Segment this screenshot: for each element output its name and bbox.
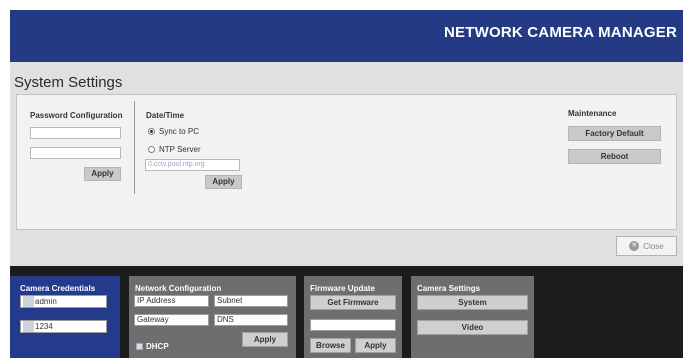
subnet-input[interactable]: Subnet xyxy=(214,295,288,307)
dialog-title: System Settings xyxy=(14,74,123,91)
close-icon: ✕ xyxy=(629,241,640,251)
system-button[interactable]: System xyxy=(417,295,528,310)
lock-icon xyxy=(23,321,34,332)
reboot-button[interactable]: Reboot xyxy=(568,149,661,164)
maintenance-section-title: Maintenance xyxy=(568,109,617,118)
sync-radio[interactable] xyxy=(148,128,155,135)
ntp-radio[interactable] xyxy=(148,146,155,153)
camera-settings-title: Camera Settings xyxy=(417,284,481,293)
datetime-apply-button[interactable]: Apply xyxy=(205,175,242,189)
gateway-input[interactable]: Gateway xyxy=(134,314,209,326)
password-credential-field[interactable]: 1234 xyxy=(20,320,107,333)
password-field[interactable] xyxy=(30,127,121,139)
settings-content: Password Configuration Apply Date/Time S… xyxy=(16,94,677,230)
password-value: 1234 xyxy=(35,322,53,331)
close-label: Close xyxy=(643,241,664,251)
browse-button[interactable]: Browse xyxy=(310,338,351,353)
close-button[interactable]: ✕ Close xyxy=(616,236,677,256)
credentials-card: Camera Credentials admin 1234 xyxy=(10,276,120,358)
factory-default-button[interactable]: Factory Default xyxy=(568,126,661,141)
sync-to-pc-option[interactable]: Sync to PC xyxy=(148,127,199,136)
section-divider xyxy=(134,101,135,194)
firmware-card: Firmware Update Get Firmware Browse Appl… xyxy=(304,276,402,358)
get-firmware-button[interactable]: Get Firmware xyxy=(310,295,396,310)
username-field[interactable]: admin xyxy=(20,295,107,308)
ntp-server-option[interactable]: NTP Server xyxy=(148,145,201,154)
network-card: Network Configuration IP Address Subnet … xyxy=(129,276,296,358)
user-icon xyxy=(23,296,34,307)
dhcp-checkbox[interactable] xyxy=(136,343,143,350)
dashboard-bar: Camera Credentials admin 1234 Network Co… xyxy=(10,266,683,358)
password-section-title: Password Configuration xyxy=(30,111,123,120)
camera-settings-card: Camera Settings System Video xyxy=(411,276,534,358)
ntp-label: NTP Server xyxy=(159,145,201,154)
dhcp-label: DHCP xyxy=(146,342,169,351)
network-title: Network Configuration xyxy=(135,284,222,293)
firmware-file-field[interactable] xyxy=(310,319,396,331)
network-apply-button[interactable]: Apply xyxy=(242,332,288,347)
firmware-apply-button[interactable]: Apply xyxy=(355,338,396,353)
ntp-server-input[interactable]: 0.cctv.pool.ntp.org xyxy=(145,159,240,171)
firmware-title: Firmware Update xyxy=(310,284,375,293)
datetime-section-title: Date/Time xyxy=(146,111,185,120)
video-button[interactable]: Video xyxy=(417,320,528,335)
sync-label: Sync to PC xyxy=(159,127,200,136)
confirm-password-field[interactable] xyxy=(30,147,121,159)
password-apply-button[interactable]: Apply xyxy=(84,167,121,181)
app-header: NETWORK CAMERA MANAGER xyxy=(10,10,683,62)
app-title: NETWORK CAMERA MANAGER xyxy=(444,24,677,41)
username-value: admin xyxy=(35,297,57,306)
system-settings-dialog: System Settings Password Configuration A… xyxy=(10,62,683,266)
credentials-title: Camera Credentials xyxy=(20,284,96,293)
dhcp-option[interactable]: DHCP xyxy=(136,342,169,351)
ip-address-input[interactable]: IP Address xyxy=(134,295,209,307)
dns-input[interactable]: DNS xyxy=(214,314,288,326)
